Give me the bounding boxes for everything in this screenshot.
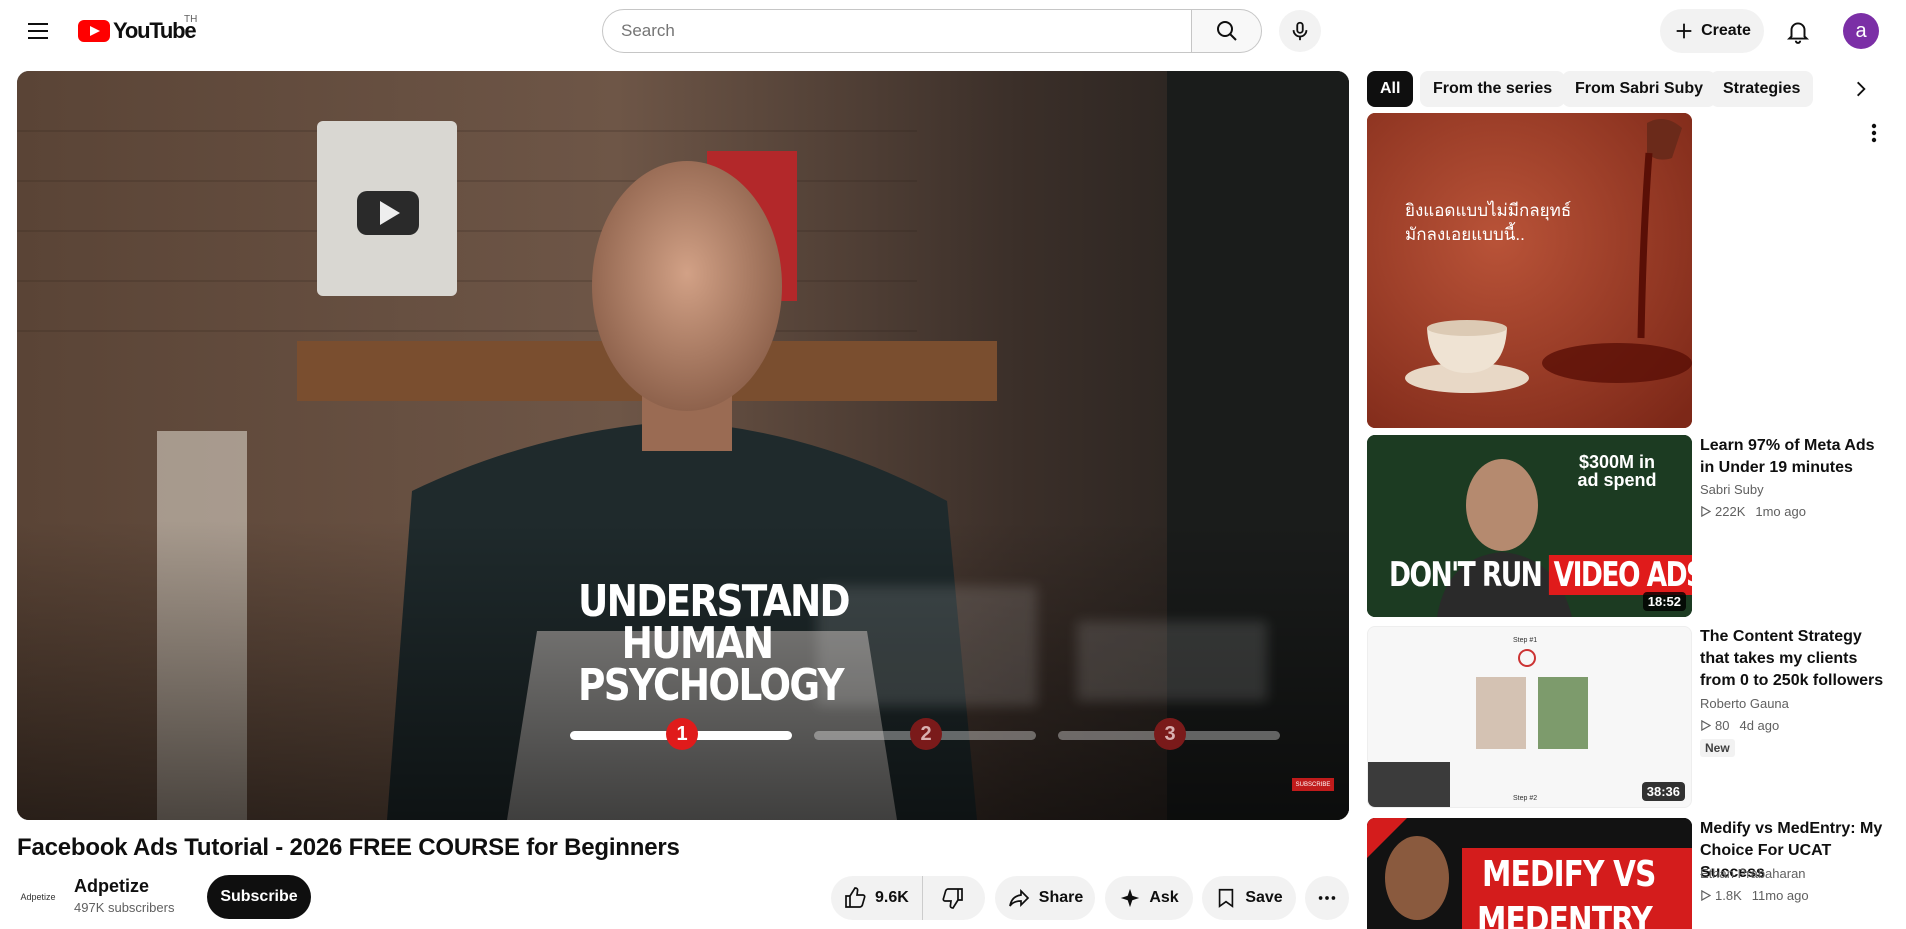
- search-input[interactable]: [621, 21, 1191, 41]
- country-code: TH: [184, 14, 198, 25]
- rec-thumb-presenter: [1368, 762, 1450, 807]
- ad-thumbnail[interactable]: ยิงแอดแบบไม่มีกลยุทธ์ มักลงเอยแบบนี้..: [1367, 113, 1692, 428]
- rec-thumbnail[interactable]: Step #1 Step #2 38:36: [1367, 626, 1692, 808]
- youtube-play-icon: [78, 20, 110, 42]
- microphone-icon: [1292, 21, 1308, 41]
- more-horizontal-icon: [1318, 896, 1336, 900]
- create-label: Create: [1701, 22, 1751, 39]
- bookmark-icon: [1219, 888, 1234, 908]
- ad-thumb-text: ยิงแอดแบบไม่มีกลยุทธ์ มักลงเอยแบบนี้..: [1405, 201, 1572, 244]
- rec-thumb-overlay-text: Step #1: [1513, 637, 1538, 644]
- rec-stats: 80 4d ago: [1700, 718, 1779, 733]
- dislike-button[interactable]: [923, 876, 983, 920]
- notifications-button[interactable]: [1780, 13, 1816, 49]
- ad-more-button[interactable]: [1862, 118, 1886, 148]
- search-icon: [1216, 21, 1237, 41]
- chips-next-button[interactable]: [1843, 71, 1879, 107]
- subscribe-button[interactable]: Subscribe: [207, 875, 311, 919]
- overlay-title: UNDERSTAND HUMAN PSYCHOLOGY: [578, 576, 851, 711]
- step-badge: 2: [910, 718, 942, 750]
- more-actions-button[interactable]: [1305, 876, 1349, 920]
- rec-stats: 1.8K 11mo ago: [1700, 888, 1809, 903]
- rec-thumb-photo: [1538, 677, 1588, 749]
- overlay-blurred-text: [1077, 621, 1267, 701]
- menu-icon[interactable]: [20, 13, 56, 49]
- rec-thumb-headline: DON'T RUN VIDEO ADS: [1389, 555, 1692, 595]
- like-dislike-group: 9.6K: [831, 876, 985, 920]
- play-count-icon: [1701, 890, 1711, 901]
- chip-all[interactable]: All: [1367, 71, 1414, 107]
- like-button[interactable]: 9.6K: [831, 876, 923, 920]
- rec-thumbnail[interactable]: $300M in ad spend DON'T RUN VIDEO ADS 18…: [1367, 435, 1692, 617]
- bell-icon: [1786, 22, 1810, 44]
- rec-title[interactable]: Learn 97% of Meta Ads in Under 19 minute…: [1700, 435, 1890, 479]
- duration-badge: 18:52: [1642, 592, 1686, 611]
- chip-strategies[interactable]: Strategies: [1710, 71, 1814, 107]
- rec-thumb-icon: [1518, 649, 1536, 667]
- like-count: 9.6K: [875, 889, 909, 906]
- more-vertical-icon: [1871, 123, 1877, 143]
- play-count-icon: [1701, 506, 1711, 517]
- overlay-line: PSYCHOLOGY: [578, 660, 845, 711]
- chip-from-sabri-suby[interactable]: From Sabri Suby: [1562, 71, 1717, 107]
- rec-stats: 222K 1mo ago: [1700, 504, 1806, 519]
- save-label: Save: [1245, 889, 1283, 906]
- create-button[interactable]: Create: [1660, 9, 1764, 53]
- channel-name[interactable]: Adpetize: [74, 876, 149, 897]
- rec-thumb-headline: MEDIFY VS: [1482, 854, 1656, 895]
- rec-thumb-photo: [1476, 677, 1526, 749]
- ad-image: [1367, 113, 1692, 428]
- account-avatar[interactable]: a: [1843, 13, 1879, 49]
- channel-avatar[interactable]: Adpetize: [17, 876, 59, 918]
- subscribe-watermark[interactable]: SUBSCRIBE: [1292, 778, 1334, 791]
- rec-thumb-overlay-text: $300M in ad spend: [1577, 452, 1657, 490]
- rec-thumb-headline: MEDENTRY: [1477, 900, 1653, 929]
- rec-title[interactable]: The Content Strategy that takes my clien…: [1700, 626, 1890, 692]
- rec-channel[interactable]: Roberto Gauna: [1700, 696, 1789, 711]
- rec-views: 1.8K: [1715, 888, 1742, 903]
- thumbs-up-icon: [845, 887, 866, 908]
- rec-thumb-overlay-text: Step #2: [1513, 795, 1538, 802]
- rec-age: 4d ago: [1739, 718, 1780, 733]
- youtube-logo[interactable]: YouTube: [78, 18, 197, 44]
- new-badge: New: [1700, 739, 1735, 757]
- sparkle-icon: [1121, 888, 1140, 908]
- share-button[interactable]: Share: [995, 876, 1095, 920]
- rec-age: 1mo ago: [1755, 504, 1806, 519]
- video-player[interactable]: UNDERSTAND HUMAN PSYCHOLOGY 1 2 3 SUBSCR…: [17, 71, 1349, 820]
- search-button[interactable]: [1191, 9, 1262, 53]
- rec-channel[interactable]: Sabri Suby: [1700, 482, 1764, 497]
- subscriber-count: 497K subscribers: [74, 900, 175, 915]
- save-button[interactable]: Save: [1202, 876, 1296, 920]
- thumbs-down-icon: [942, 888, 963, 909]
- search-box[interactable]: [602, 9, 1192, 53]
- duration-badge: 38:36: [1641, 782, 1685, 801]
- chevron-right-icon: [1857, 81, 1866, 97]
- rec-age: 11mo ago: [1751, 888, 1809, 903]
- step-badge: 3: [1154, 718, 1186, 750]
- ask-button[interactable]: Ask: [1105, 876, 1193, 920]
- channel-logo-text: Adpetize: [20, 892, 56, 902]
- share-icon: [1008, 888, 1029, 908]
- ask-label: Ask: [1149, 889, 1179, 906]
- step-badge: 1: [666, 718, 698, 750]
- rec-thumb-headline-b: VIDEO ADS: [1548, 555, 1692, 595]
- rec-views: 222K: [1715, 504, 1746, 519]
- overlay-line: UNDERSTAND: [578, 576, 851, 627]
- rec-views: 80: [1715, 718, 1730, 733]
- overlay-line: HUMAN: [621, 618, 774, 669]
- share-label: Share: [1038, 889, 1084, 906]
- rec-thumbnail[interactable]: MEDIFY VS MEDENTRY: [1367, 818, 1692, 929]
- video-title: Facebook Ads Tutorial - 2026 FREE COURSE…: [17, 834, 680, 861]
- overlay-blurred-text: [817, 586, 1037, 706]
- masthead: YouTube TH Create a: [0, 0, 1906, 62]
- plus-icon: [1676, 23, 1692, 39]
- rec-channel[interactable]: Ethan Prabaharan: [1700, 866, 1806, 881]
- voice-search-button[interactable]: [1279, 10, 1321, 52]
- rec-thumb-headline-a: DON'T RUN: [1389, 555, 1549, 595]
- play-count-icon: [1701, 720, 1711, 731]
- chip-from-series[interactable]: From the series: [1420, 71, 1566, 107]
